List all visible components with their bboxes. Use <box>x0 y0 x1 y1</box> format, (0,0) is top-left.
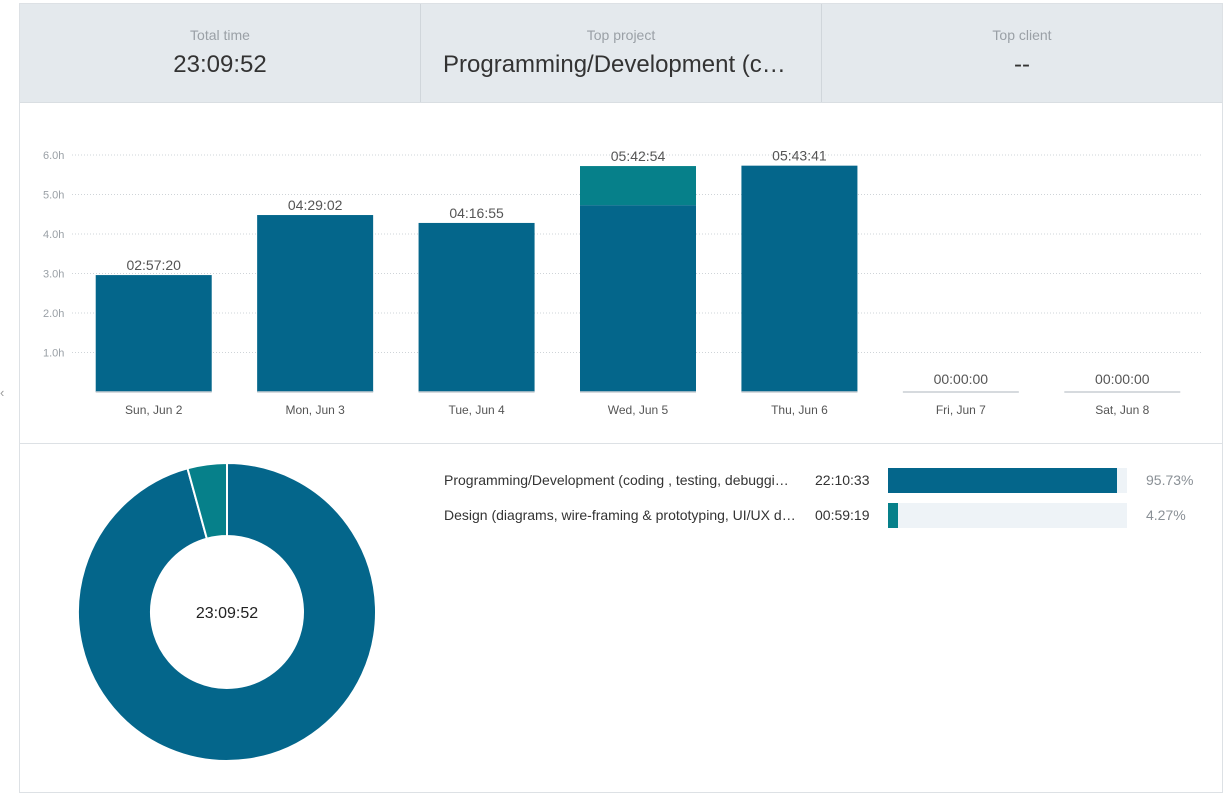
top-client-value: -- <box>1014 51 1030 78</box>
y-tick-label: 2.0h <box>43 308 64 320</box>
y-tick-label: 1.0h <box>43 348 64 360</box>
top-project-value: Programming/Development (coding , testin… <box>443 51 821 78</box>
project-time: 22:10:33 <box>815 472 870 488</box>
bar-segment[interactable] <box>257 215 374 392</box>
project-percent: 95.73% <box>1146 472 1194 488</box>
total-time-value: 23:09:52 <box>173 51 267 78</box>
bar-value-label: 04:29:02 <box>288 197 343 213</box>
bar-chart-svg: 1.0h 2.0h 3.0h 4.0h 5.0h 6.0h 02:57:20 Sun, Jun… <box>43 148 1202 417</box>
project-progress-track <box>888 503 1127 528</box>
project-name: Design (diagrams, wire-framing & prototy… <box>444 507 796 523</box>
project-legend-list: Programming/Development (coding , testin… <box>444 468 1204 538</box>
y-tick-label: 5.0h <box>43 190 64 202</box>
donut-center-label: 23:09:52 <box>196 605 258 622</box>
y-tick-label: 3.0h <box>43 269 64 281</box>
project-legend-row[interactable]: Programming/Development (coding , testin… <box>444 468 1204 503</box>
top-project-label: Top project <box>586 27 656 43</box>
y-tick-label: 4.0h <box>43 229 64 241</box>
stat-top-project: Top project Programming/Development (cod… <box>421 4 822 102</box>
bar-value-label: 04:16:55 <box>449 205 504 221</box>
bar-segment[interactable] <box>580 166 696 206</box>
collapse-left-chevron-icon[interactable]: ‹ <box>0 384 10 402</box>
bar-value-label: 02:57:20 <box>126 257 181 273</box>
stat-total-time: Total time 23:09:52 <box>20 4 421 102</box>
x-tick-label: Wed, Jun 5 <box>608 403 669 417</box>
stat-top-client: Top client -- <box>822 4 1222 102</box>
project-legend-row[interactable]: Design (diagrams, wire-framing & prototy… <box>444 503 1204 538</box>
bar-value-label: 05:43:41 <box>772 148 827 164</box>
project-breakdown: 23:09:52 Programming/Development (coding… <box>20 444 1222 794</box>
bar-segment[interactable] <box>418 222 535 392</box>
x-tick-label: Mon, Jun 3 <box>285 403 345 417</box>
project-progress-fill <box>888 503 899 528</box>
bar-value-label: 05:42:54 <box>611 148 666 164</box>
top-client-label: Top client <box>992 27 1052 43</box>
project-name: Programming/Development (coding , testin… <box>444 472 796 488</box>
x-tick-label: Fri, Jun 7 <box>936 403 986 417</box>
bar-segment[interactable] <box>741 165 858 392</box>
bar-value-label: 00:00:00 <box>1095 371 1150 387</box>
project-progress-fill <box>888 468 1117 493</box>
project-time: 00:59:19 <box>815 507 870 523</box>
project-percent: 4.27% <box>1146 507 1186 523</box>
bar-segment[interactable] <box>95 275 212 392</box>
project-progress-track <box>888 468 1127 493</box>
x-tick-label: Tue, Jun 4 <box>448 403 505 417</box>
donut-chart-svg: 23:09:52 <box>77 464 376 762</box>
daily-bar-chart: 1.0h 2.0h 3.0h 4.0h 5.0h 6.0h 02:57:20 Sun, Jun… <box>20 103 1222 444</box>
x-tick-label: Sat, Jun 8 <box>1095 403 1149 417</box>
y-tick-label: 6.0h <box>43 150 64 162</box>
report-panel: Total time 23:09:52 Top project Programm… <box>19 3 1223 793</box>
total-time-label: Total time <box>190 27 250 43</box>
x-tick-label: Sun, Jun 2 <box>125 403 183 417</box>
bar-value-label: 00:00:00 <box>934 371 989 387</box>
x-tick-label: Thu, Jun 6 <box>771 403 828 417</box>
summary-stats-bar: Total time 23:09:52 Top project Programm… <box>20 4 1222 103</box>
bar-segment[interactable] <box>580 205 696 392</box>
